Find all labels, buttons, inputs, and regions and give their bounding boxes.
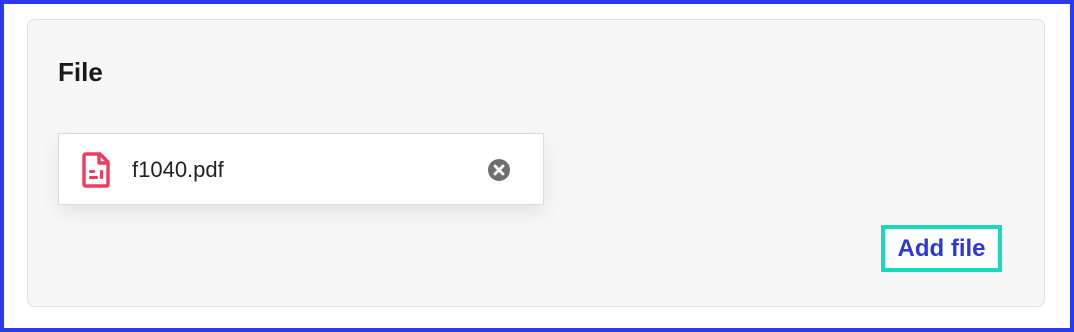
- file-name: f1040.pdf: [132, 157, 224, 182]
- close-circle-icon: [488, 159, 510, 181]
- file-list-item: f1040.pdf: [58, 133, 544, 205]
- add-file-button[interactable]: Add file: [881, 225, 1002, 272]
- pdf-document-icon: [80, 151, 112, 189]
- section-title: File: [58, 57, 103, 87]
- remove-file-button[interactable]: [487, 158, 511, 182]
- file-section-card: File f1040.pdf Add file: [27, 19, 1045, 307]
